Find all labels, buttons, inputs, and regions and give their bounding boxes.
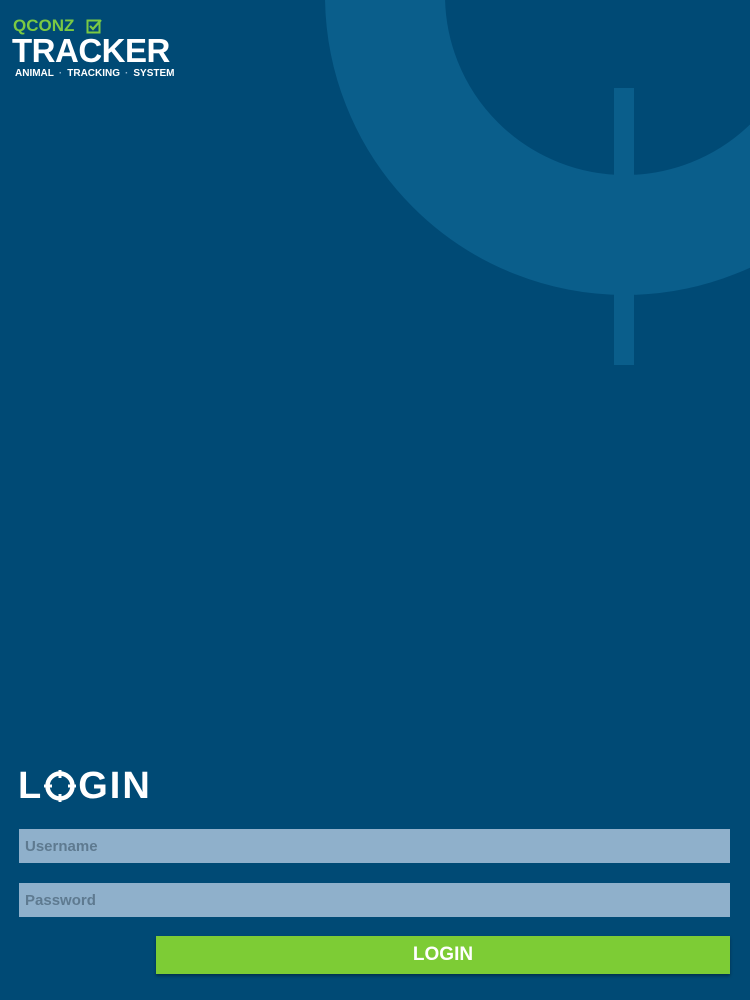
tagline-separator: ·: [125, 68, 129, 79]
logo-product-name: TRACKER: [12, 32, 170, 69]
logo-tagline: ANIMAL · TRACKING · SYSTEM: [15, 68, 174, 80]
tagline-word: SYSTEM: [133, 68, 175, 79]
login-button[interactable]: LOGIN: [156, 936, 730, 974]
tagline-word: ANIMAL: [15, 68, 54, 79]
username-input[interactable]: [19, 829, 730, 863]
login-heading-prefix: L: [18, 765, 44, 807]
password-input[interactable]: [19, 883, 730, 917]
tagline-word: TRACKING: [67, 68, 121, 79]
login-screen: QCONZ TRACKER ANIMAL · TRACKING · SYSTEM L G…: [0, 0, 750, 1000]
login-heading-suffix: GIN: [78, 765, 152, 807]
app-logo: QCONZ TRACKER ANIMAL · TRACKING · SYSTEM: [12, 16, 193, 80]
login-heading: L GIN: [18, 764, 152, 808]
tagline-separator: ·: [58, 68, 63, 79]
crosshair-icon: [44, 770, 77, 802]
